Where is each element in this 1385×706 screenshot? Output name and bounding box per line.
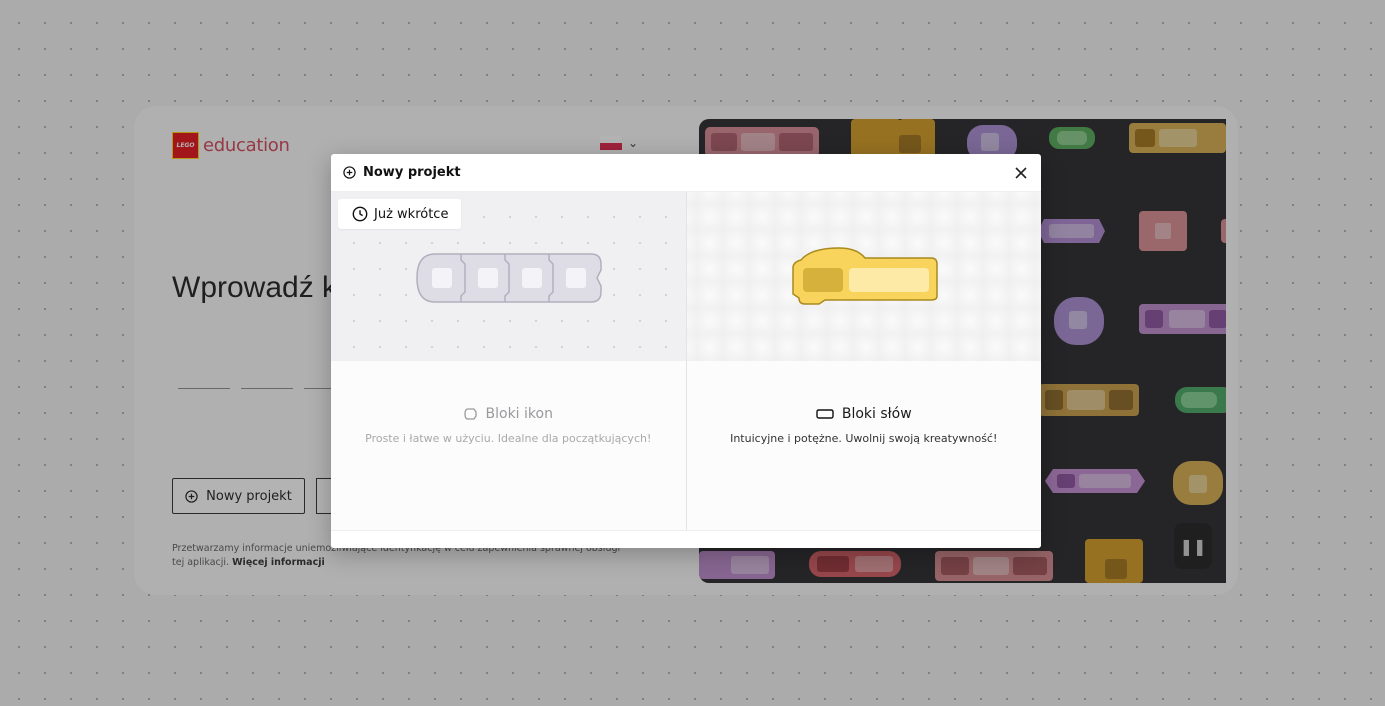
plus-circle-icon xyxy=(343,166,356,179)
icon-blocks-title: Bloki ikon xyxy=(485,406,553,422)
new-project-dialog: Nowy projekt Już wkrótce Bloki ikon Pros… xyxy=(331,154,1041,548)
icon-blocks-graphic xyxy=(416,253,602,303)
close-icon xyxy=(1015,167,1027,179)
dialog-title: Nowy projekt xyxy=(363,165,461,180)
icon-blocks-preview: Już wkrótce xyxy=(331,192,686,361)
coming-soon-label: Już wkrótce xyxy=(374,206,449,222)
word-blocks-graphic xyxy=(791,247,938,305)
word-blocks-preview xyxy=(686,192,1041,361)
option-icon-blocks: Już wkrótce Bloki ikon Proste i łatwe w … xyxy=(331,192,686,530)
icon-blocks-shape-icon xyxy=(463,408,477,420)
icon-blocks-description: Proste i łatwe w użyciu. Idealne dla poc… xyxy=(365,432,652,445)
word-blocks-info: Bloki słów Intuicyjne i potężne. Uwolnij… xyxy=(686,361,1041,530)
option-word-blocks[interactable]: Bloki słów Intuicyjne i potężne. Uwolnij… xyxy=(685,192,1041,530)
clock-icon xyxy=(352,206,368,222)
project-type-options: Już wkrótce Bloki ikon Proste i łatwe w … xyxy=(331,192,1041,530)
close-button[interactable] xyxy=(1011,163,1031,183)
word-blocks-description: Intuicyjne i potężne. Uwolnij swoją krea… xyxy=(730,432,998,445)
word-blocks-shape-icon xyxy=(816,409,834,419)
dialog-header: Nowy projekt xyxy=(331,154,1041,192)
icon-blocks-info: Bloki ikon Proste i łatwe w użyciu. Idea… xyxy=(331,361,686,530)
word-blocks-title: Bloki słów xyxy=(841,406,912,422)
dialog-footer xyxy=(331,530,1041,548)
coming-soon-badge: Już wkrótce xyxy=(338,199,462,229)
